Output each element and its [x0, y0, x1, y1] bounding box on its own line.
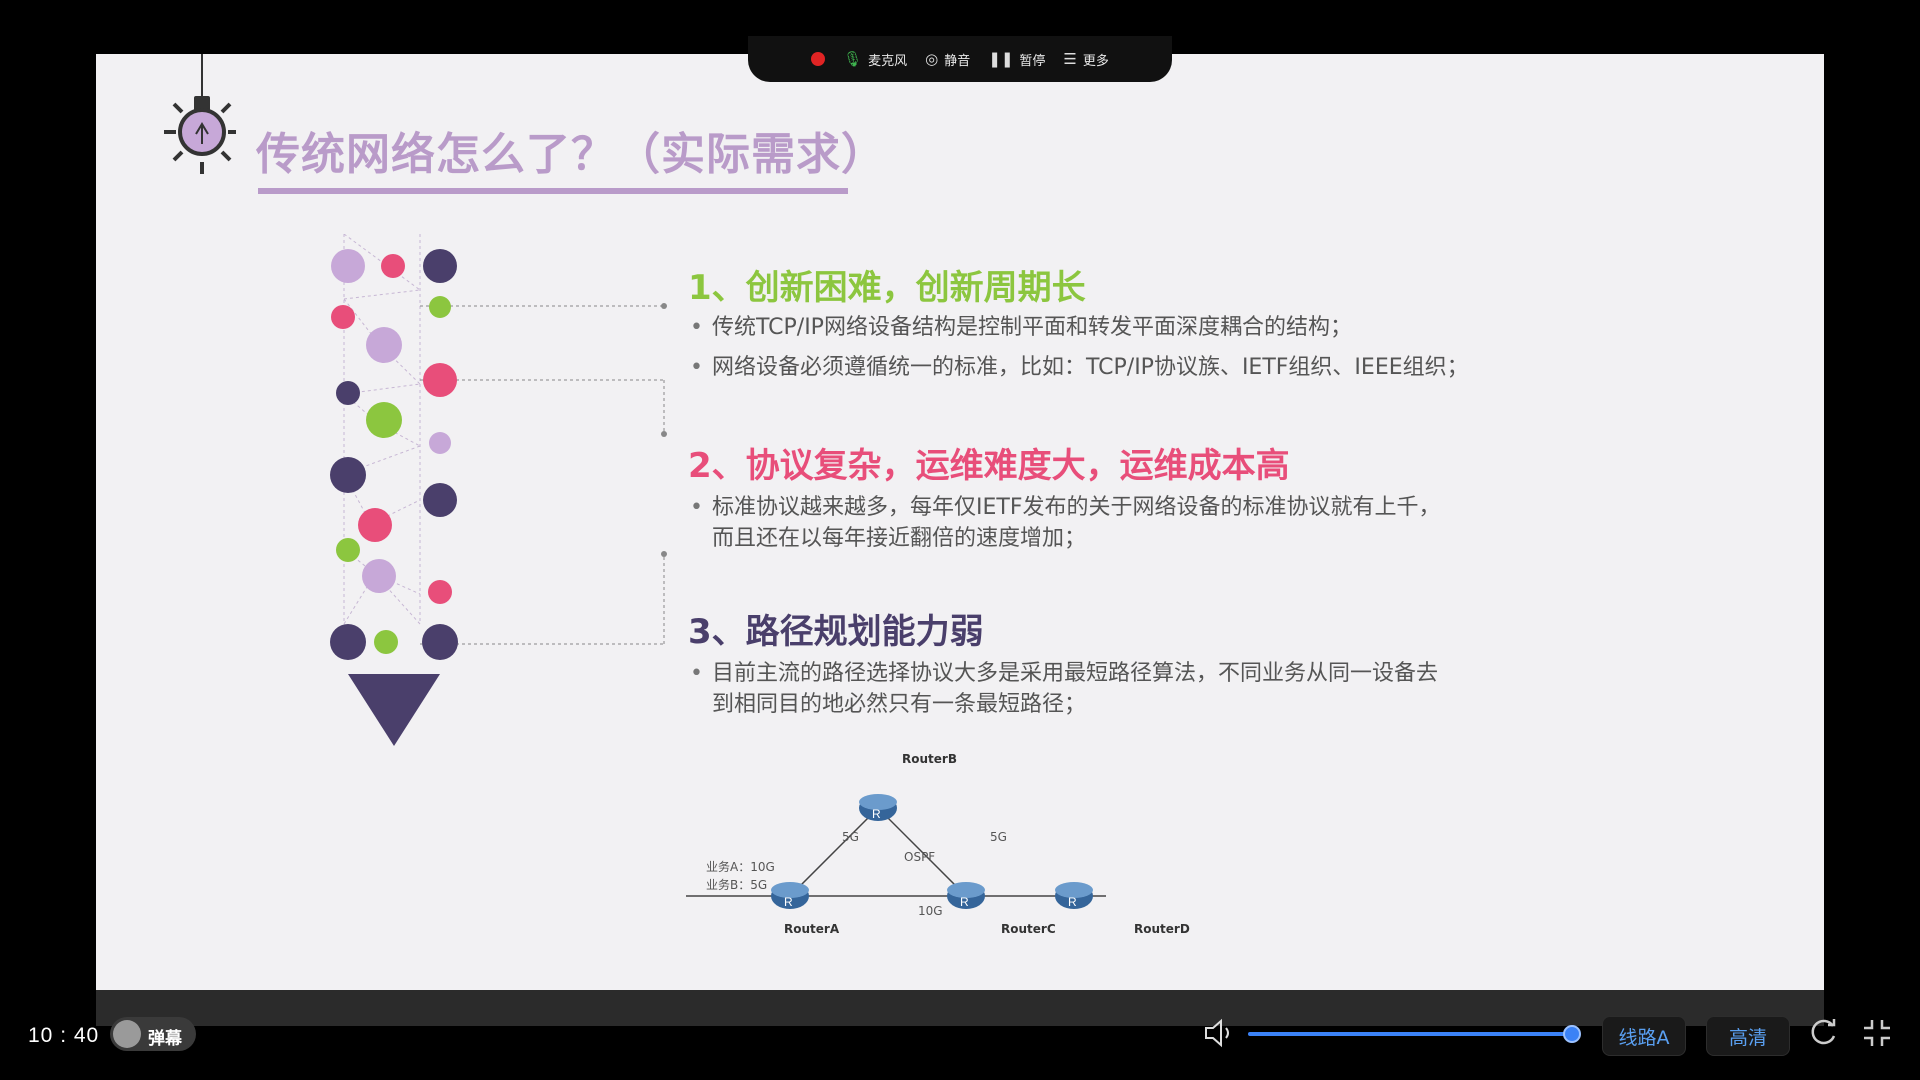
lightbulb-icon	[164, 54, 236, 174]
section-2-heading: 2、协议复杂，运维难度大，运维成本高	[688, 446, 1290, 486]
volume-slider-handle[interactable]	[1563, 1025, 1581, 1043]
section-1-heading: 1、创新困难，创新周期长	[688, 268, 1086, 308]
link-ac-label: 10G	[918, 904, 943, 918]
network-diagram: R R R R	[686, 794, 1106, 909]
slide-title: 传统网络怎么了？（实际需求）	[256, 129, 886, 180]
volume-icon[interactable]	[1202, 1016, 1236, 1050]
microphone-icon: 🎙	[843, 50, 863, 68]
bullet-text: 目前主流的路径选择协议大多是采用最短路径算法，不同业务从同一设备去	[712, 661, 1439, 686]
router-icon: R	[859, 794, 897, 821]
mic-label: 麦克风	[868, 53, 908, 69]
router-a-label: RouterA	[784, 922, 840, 936]
pause-label: 暂停	[1019, 53, 1046, 69]
svg-text:R: R	[872, 807, 881, 821]
exit-fullscreen-icon[interactable]	[1860, 1016, 1894, 1050]
pause-icon: ❚❚	[988, 50, 1014, 68]
link-ab-label: 5G	[842, 830, 859, 844]
menu-icon: ☰	[1063, 50, 1077, 68]
refresh-icon[interactable]	[1806, 1016, 1840, 1050]
more-label: 更多	[1082, 53, 1109, 69]
svg-text:R: R	[1068, 895, 1077, 909]
pencil-graphic	[330, 234, 667, 746]
router-d-label: RouterD	[1134, 922, 1190, 936]
title-underline	[258, 188, 848, 194]
section-3-bullet-1: • 目前主流的路径选择协议大多是采用最短路径算法，不同业务从同一设备去 到相同目的…	[690, 661, 1439, 717]
svg-text:R: R	[960, 895, 969, 909]
mute-button[interactable]: ◎ 静音	[925, 50, 970, 69]
danmu-toggle-knob[interactable]	[113, 1020, 141, 1048]
bullet-text: 到相同目的地必然只有一条最短路径；	[712, 692, 1087, 717]
protocol-label: OSPF	[904, 850, 936, 864]
pause-button[interactable]: ❚❚ 暂停	[988, 50, 1045, 69]
slide-bottom-bar	[96, 990, 1824, 1026]
section-3-heading: 3、路径规划能力弱	[688, 612, 984, 652]
svg-text:R: R	[784, 895, 793, 909]
router-icon: R	[771, 882, 809, 909]
line-select-button[interactable]: 线路A	[1602, 1016, 1686, 1056]
record-icon[interactable]	[811, 52, 826, 66]
bullet-text: 网络设备必须遵循统一的标准，比如：TCP/IP协议族、IETF组织、IEEE组织…	[712, 355, 1469, 380]
service-a-label: 业务A：10G	[706, 860, 775, 874]
router-c-label: RouterC	[1001, 922, 1056, 936]
quality-select-button[interactable]: 高清	[1706, 1016, 1790, 1056]
speaker-mute-icon: ◎	[925, 50, 939, 68]
bullet-text: 标准协议越来越多，每年仅IETF发布的关于网络设备的标准协议就有上千，	[712, 495, 1441, 520]
volume-slider-track[interactable]	[1248, 1032, 1574, 1036]
router-b-label: RouterB	[902, 752, 957, 766]
recording-toolbar: 🎙 麦克风 ◎ 静音 ❚❚ 暂停 ☰ 更多	[748, 36, 1172, 82]
section-1-bullet-2: • 网络设备必须遵循统一的标准，比如：TCP/IP协议族、IETF组织、IEEE组…	[690, 355, 1469, 380]
playback-time: 10 : 40	[28, 1024, 100, 1047]
router-icon: R	[1055, 882, 1093, 909]
more-button[interactable]: ☰ 更多	[1063, 50, 1108, 69]
link-bc-label: 5G	[990, 830, 1007, 844]
bullet-text: 而且还在以每年接近翻倍的速度增加；	[712, 526, 1087, 551]
slide-canvas: 传统网络怎么了？（实际需求） 1、创新困难，创新周期长 • 传统TCP/IP网络…	[96, 54, 1824, 990]
section-2-bullet-1: • 标准协议越来越多，每年仅IETF发布的关于网络设备的标准协议就有上千， 而且还…	[690, 495, 1441, 551]
section-1-bullet-1: • 传统TCP/IP网络设备结构是控制平面和转发平面深度耦合的结构；	[690, 315, 1352, 340]
router-icon: R	[947, 882, 985, 909]
bullet-text: 传统TCP/IP网络设备结构是控制平面和转发平面深度耦合的结构；	[712, 315, 1352, 340]
danmu-label: 弹幕	[148, 1029, 182, 1049]
mic-button[interactable]: 🎙 麦克风	[843, 50, 907, 69]
mute-label: 静音	[944, 53, 971, 69]
service-b-label: 业务B：5G	[706, 878, 768, 892]
